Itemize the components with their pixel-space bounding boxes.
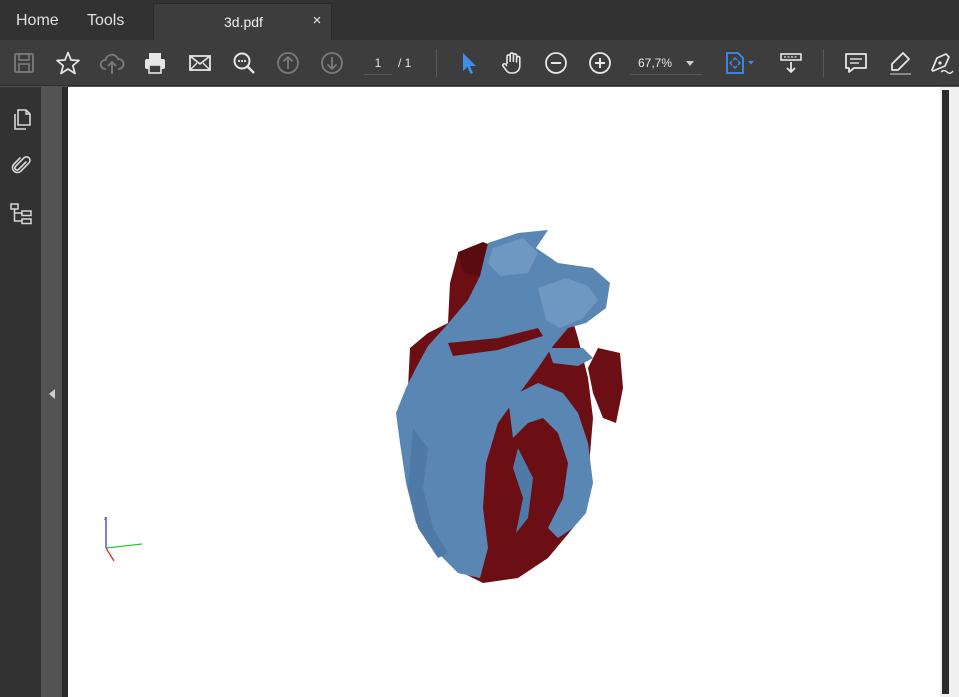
toolbar-separator [436, 49, 437, 77]
toolbar-separator [823, 49, 824, 77]
3d-axes-triad-icon: z [100, 515, 145, 563]
page-number-input[interactable]: 1 [364, 52, 392, 75]
page-up-icon[interactable] [275, 50, 301, 76]
highlight-icon[interactable] [887, 50, 913, 76]
tab-tools[interactable]: Tools [87, 0, 124, 40]
select-arrow-icon[interactable] [455, 50, 481, 76]
zoom-level-dropdown[interactable]: 67,7% [630, 52, 702, 75]
page-down-icon[interactable] [319, 50, 345, 76]
scrollbar-thumb[interactable] [942, 90, 949, 694]
pages-thumbnails-icon[interactable] [9, 108, 33, 132]
3d-heart-model[interactable] [388, 228, 628, 588]
upload-cloud-icon[interactable] [99, 50, 125, 76]
tab-document[interactable]: 3d.pdf × [153, 3, 332, 40]
tab-close-icon[interactable]: × [309, 12, 325, 29]
fit-page-icon[interactable] [723, 50, 757, 76]
hand-tool-icon[interactable] [499, 50, 525, 76]
email-icon[interactable] [187, 50, 213, 76]
save-icon[interactable] [11, 50, 37, 76]
chevron-down-icon [686, 61, 694, 66]
tab-document-title: 3d.pdf [224, 14, 263, 30]
sign-icon[interactable] [928, 50, 954, 76]
tab-bar: Home Tools 3d.pdf × [0, 0, 959, 40]
scrolling-mode-icon[interactable] [778, 50, 804, 76]
print-icon[interactable] [142, 50, 168, 76]
main-toolbar: 1 / 1 67,7% [0, 40, 959, 86]
comment-icon[interactable] [843, 50, 869, 76]
bookmark-star-icon[interactable] [55, 50, 81, 76]
attachments-paperclip-icon[interactable] [9, 153, 33, 177]
collapse-panel-arrow-icon[interactable] [49, 389, 55, 399]
svg-text:z: z [104, 516, 106, 521]
page-total-label: / 1 [398, 56, 412, 70]
tab-home[interactable]: Home [16, 0, 59, 40]
zoom-in-icon[interactable] [587, 50, 613, 76]
zoom-out-icon[interactable] [543, 50, 569, 76]
left-navigation-rail [0, 87, 41, 697]
search-zoom-icon[interactable] [231, 50, 257, 76]
structure-tree-icon[interactable] [9, 202, 33, 226]
zoom-level-value: 67,7% [638, 56, 673, 70]
